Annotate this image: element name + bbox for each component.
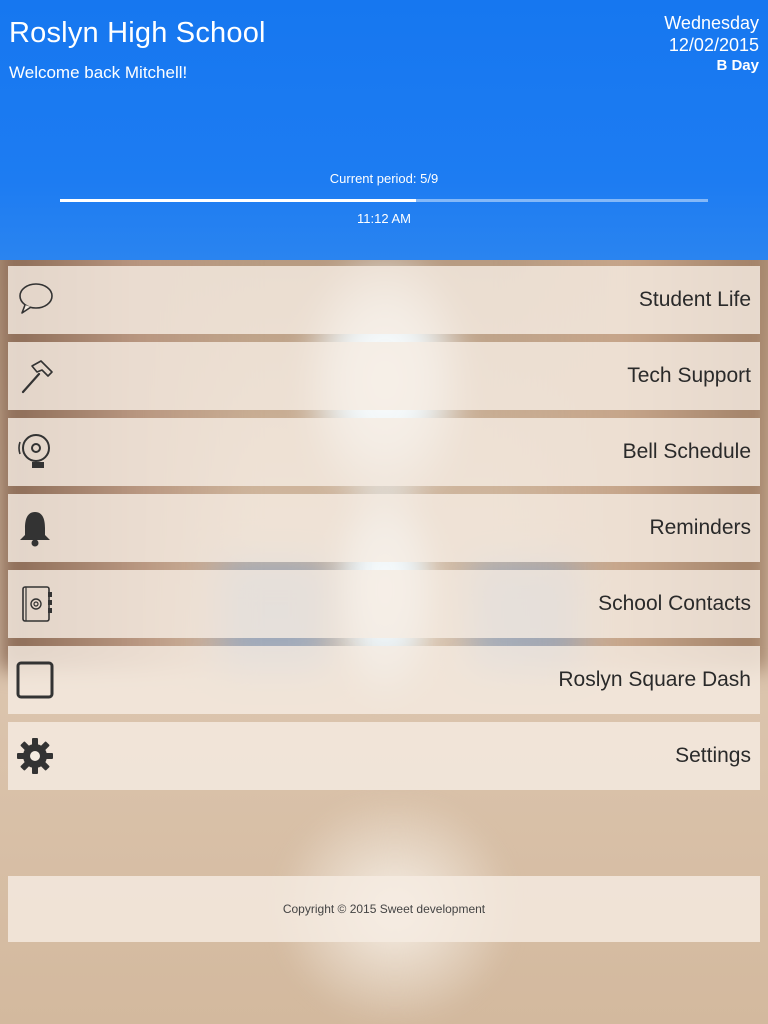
menu-item-roslyn-square-dash[interactable]: Roslyn Square Dash xyxy=(8,646,760,714)
copyright-text: Copyright © 2015 Sweet development xyxy=(282,902,486,916)
header: Roslyn High School Welcome back Mitchell… xyxy=(0,0,768,260)
menu-item-bell-schedule[interactable]: Bell Schedule xyxy=(8,418,760,486)
period-progress-bar xyxy=(60,199,708,202)
hammer-icon xyxy=(15,356,55,396)
menu-item-label: Student Life xyxy=(638,288,751,311)
menu-item-label: Tech Support xyxy=(627,364,751,387)
school-name: Roslyn High School xyxy=(9,17,266,49)
bell-icon xyxy=(15,508,55,548)
welcome-message: Welcome back Mitchell! xyxy=(9,63,188,82)
period-progress-fill xyxy=(60,199,417,202)
menu-item-label: School Contacts xyxy=(598,592,751,615)
speech-bubble-icon xyxy=(15,280,55,320)
menu-item-label: Settings xyxy=(675,744,751,767)
rotation-day: B Day xyxy=(716,57,759,74)
day-name: Wednesday xyxy=(664,13,759,33)
square-icon xyxy=(15,660,55,700)
address-book-icon xyxy=(15,584,55,624)
menu-item-student-life[interactable]: Student Life xyxy=(8,266,760,334)
menu-item-school-contacts[interactable]: School Contacts xyxy=(8,570,760,638)
current-period-label: Current period: 5/9 xyxy=(329,171,439,186)
menu-item-settings[interactable]: Settings xyxy=(8,722,760,790)
menu-item-label: Reminders xyxy=(649,516,751,539)
menu-item-label: Bell Schedule xyxy=(622,440,751,463)
menu-item-label: Roslyn Square Dash xyxy=(558,668,751,691)
menu-item-reminders[interactable]: Reminders xyxy=(8,494,760,562)
main-menu: Student Life Tech Support Bell Schedule xyxy=(8,266,760,798)
current-time: 11:12 AM xyxy=(357,211,411,226)
school-bell-icon xyxy=(15,432,55,472)
menu-item-tech-support[interactable]: Tech Support xyxy=(8,342,760,410)
gear-icon xyxy=(15,736,55,776)
date-block: Wednesday 12/02/2015 B Day xyxy=(664,12,759,76)
footer: Copyright © 2015 Sweet development xyxy=(8,876,760,942)
date: 12/02/2015 xyxy=(668,35,759,55)
